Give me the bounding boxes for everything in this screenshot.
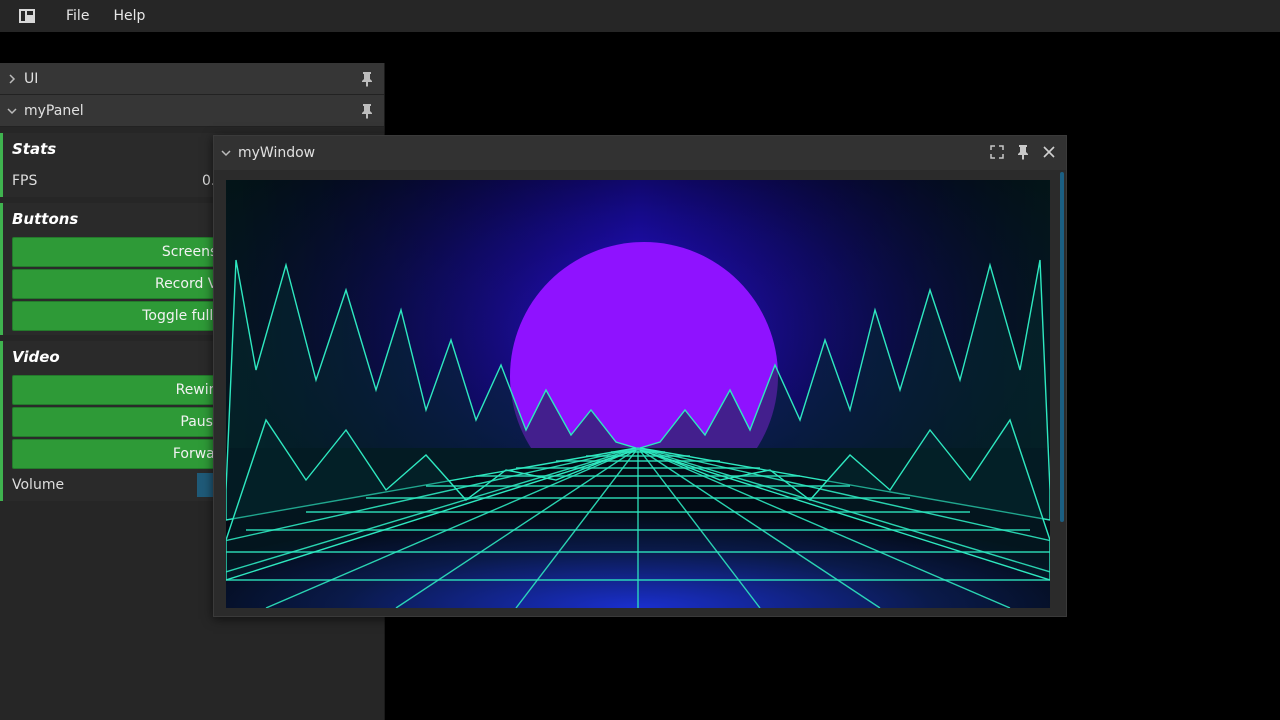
- my-window: myWindow: [213, 135, 1067, 617]
- chevron-down-icon[interactable]: [214, 148, 238, 158]
- menu-file[interactable]: File: [54, 0, 101, 32]
- pin-icon[interactable]: [360, 103, 374, 123]
- layout-grid-icon[interactable]: [0, 0, 54, 32]
- section-title: UI: [24, 70, 39, 87]
- fps-label: FPS: [12, 173, 38, 189]
- scene-svg: [226, 180, 1050, 608]
- menu-bar: File Help: [0, 0, 1280, 32]
- section-header-mypanel[interactable]: myPanel: [0, 95, 384, 127]
- volume-label: Volume: [12, 477, 65, 493]
- synthwave-scene-image: [226, 180, 1050, 608]
- maximize-icon[interactable]: [988, 143, 1006, 161]
- window-title: myWindow: [238, 145, 316, 161]
- chevron-right-icon: [0, 73, 24, 84]
- chevron-down-icon: [0, 106, 24, 116]
- close-icon[interactable]: [1040, 143, 1058, 161]
- window-scrollbar[interactable]: [1060, 172, 1064, 522]
- pin-icon[interactable]: [360, 71, 374, 91]
- menu-help[interactable]: Help: [101, 0, 157, 32]
- pin-icon[interactable]: [1014, 143, 1032, 161]
- window-titlebar[interactable]: myWindow: [214, 136, 1066, 170]
- section-header-ui[interactable]: UI: [0, 63, 384, 95]
- section-title: myPanel: [24, 102, 84, 119]
